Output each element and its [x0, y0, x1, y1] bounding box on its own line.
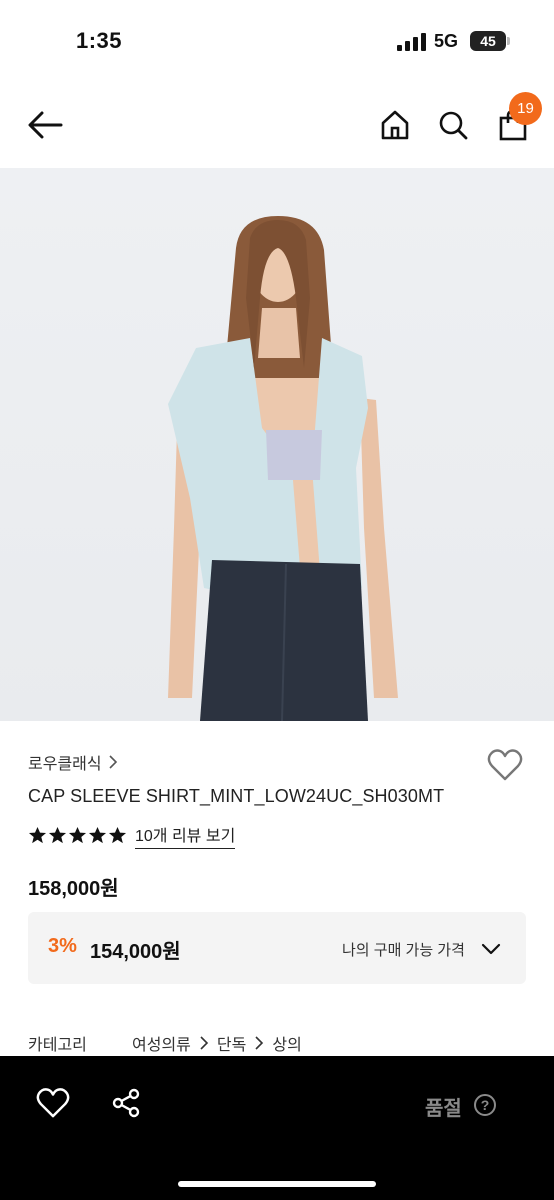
- star-icon: [108, 826, 127, 844]
- product-image[interactable]: [0, 168, 554, 721]
- home-button[interactable]: [375, 105, 415, 145]
- help-icon[interactable]: ?: [474, 1094, 496, 1116]
- home-indicator: [178, 1181, 376, 1187]
- brand-link[interactable]: 로우클래식: [28, 750, 118, 774]
- soldout-label: 품절: [425, 1098, 462, 1120]
- discount-rate: 3%: [48, 935, 77, 957]
- star-icon: [88, 826, 107, 844]
- star-icon: [28, 826, 47, 844]
- category-crumb-3[interactable]: 상의: [272, 1031, 301, 1055]
- share-icon: [112, 1088, 140, 1118]
- status-bar: 1:35 5G 45: [0, 0, 554, 84]
- chevron-right-icon: [109, 755, 117, 769]
- chevron-right-icon: [255, 1036, 264, 1050]
- chevron-right-icon: [200, 1036, 209, 1050]
- arrow-left-icon: [28, 111, 63, 139]
- back-button[interactable]: [25, 105, 65, 145]
- star-rating: [28, 826, 127, 845]
- rating-row: 10개 리뷰 보기: [28, 822, 236, 849]
- category-crumb-1[interactable]: 여성의류: [132, 1031, 191, 1055]
- review-link[interactable]: 10개 리뷰 보기: [135, 822, 236, 849]
- top-nav: [0, 90, 554, 164]
- star-icon: [68, 826, 87, 844]
- home-icon: [381, 110, 409, 140]
- star-icon: [48, 826, 67, 844]
- product-name: CAP SLEEVE SHIRT_MINT_LOW24UC_SH030MT: [28, 786, 445, 806]
- my-price-dropdown[interactable]: 3% 154,000원 나의 구매 가능 가격: [28, 912, 526, 984]
- search-button[interactable]: [433, 105, 473, 145]
- network-label: 5G: [434, 31, 459, 51]
- search-icon: [439, 111, 468, 140]
- cart-count-badge: 19: [509, 92, 542, 125]
- bottom-like-button[interactable]: [36, 1087, 70, 1121]
- category-row: 카테고리 여성의류 단독 상의: [28, 1031, 302, 1055]
- category-crumb-2[interactable]: 단독: [217, 1031, 246, 1055]
- like-button[interactable]: [487, 748, 525, 784]
- category-label: 카테고리: [28, 1037, 87, 1054]
- share-button[interactable]: [110, 1087, 142, 1119]
- my-price-label: 나의 구매 가능 가격: [342, 942, 465, 959]
- original-price: 158,000원: [28, 878, 119, 900]
- status-time: 1:35: [76, 28, 123, 53]
- heart-icon: [36, 1088, 70, 1118]
- chevron-down-icon: [481, 943, 501, 955]
- heart-icon: [487, 749, 523, 781]
- brand-name: 로우클래식: [28, 756, 102, 773]
- signal-icon: [397, 33, 426, 51]
- bottom-action-bar: 품절 ?: [0, 1056, 554, 1200]
- discount-price: 154,000원: [90, 941, 181, 963]
- battery-icon: 45: [470, 31, 506, 51]
- battery-cap: [507, 37, 510, 45]
- product-photo: [168, 216, 398, 721]
